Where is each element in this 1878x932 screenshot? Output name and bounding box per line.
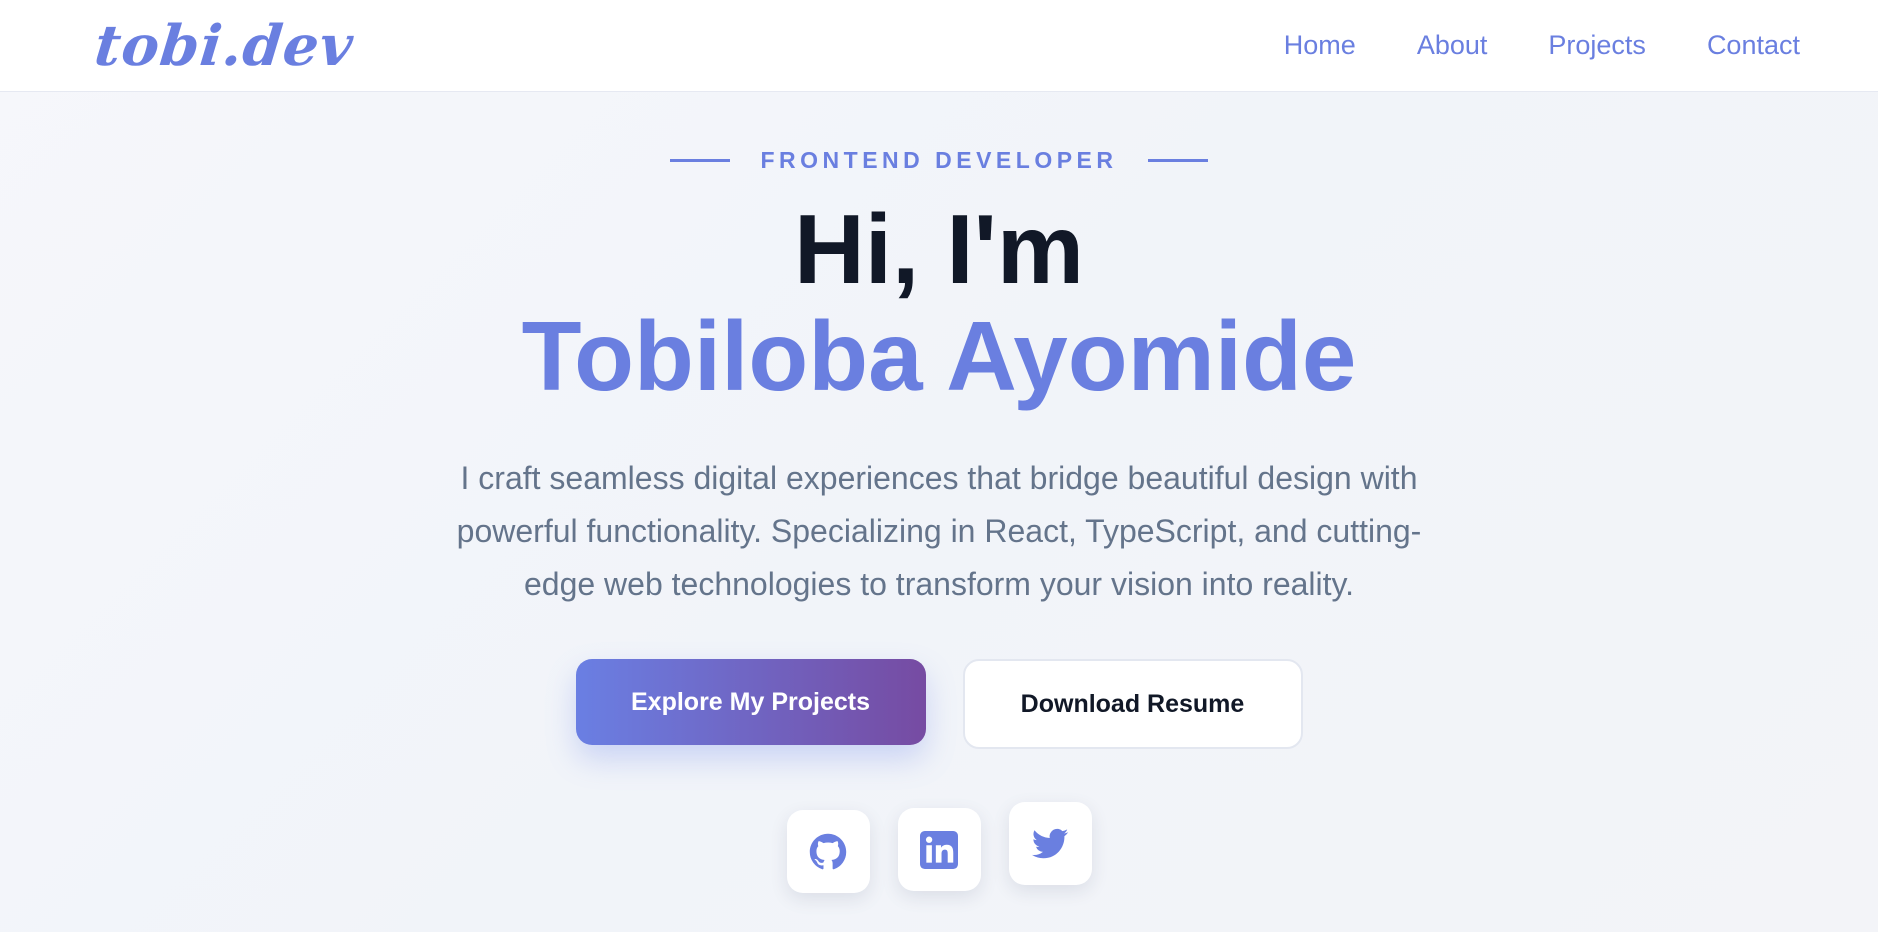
twitter-icon (1031, 828, 1069, 858)
eyebrow-line-right (1147, 159, 1208, 162)
eyebrow: FRONTEND DEVELOPER (0, 147, 1878, 174)
nav-link-contact[interactable]: Contact (1707, 30, 1800, 61)
hero-name: Tobiloba Ayomide (521, 301, 1357, 411)
hero-greeting: Hi, I'm (793, 194, 1085, 304)
eyebrow-text: FRONTEND DEVELOPER (760, 147, 1118, 173)
github-icon (809, 833, 847, 869)
linkedin-icon (920, 830, 958, 869)
eyebrow-line-left (670, 159, 731, 162)
linkedin-link[interactable] (897, 808, 981, 891)
download-resume-button[interactable]: Download Resume (962, 659, 1303, 749)
navbar: tobi.dev Home About Projects Contact (0, 0, 1878, 92)
explore-projects-button[interactable]: Explore My Projects (575, 659, 926, 745)
twitter-link[interactable] (1008, 802, 1092, 885)
nav-link-about[interactable]: About (1417, 30, 1488, 61)
site-logo[interactable]: tobi.dev (92, 13, 357, 79)
github-link[interactable] (786, 810, 870, 893)
hero-section: FRONTEND DEVELOPER Hi, I'm Tobiloba Ayom… (0, 92, 1878, 932)
nav-link-projects[interactable]: Projects (1548, 30, 1646, 61)
nav-link-home[interactable]: Home (1284, 30, 1356, 61)
social-links (0, 802, 1878, 893)
nav-links: Home About Projects Contact (1284, 30, 1800, 61)
hero-tagline: I craft seamless digital experiences tha… (456, 460, 1422, 602)
hero-buttons: Explore My Projects Download Resume (0, 659, 1878, 749)
